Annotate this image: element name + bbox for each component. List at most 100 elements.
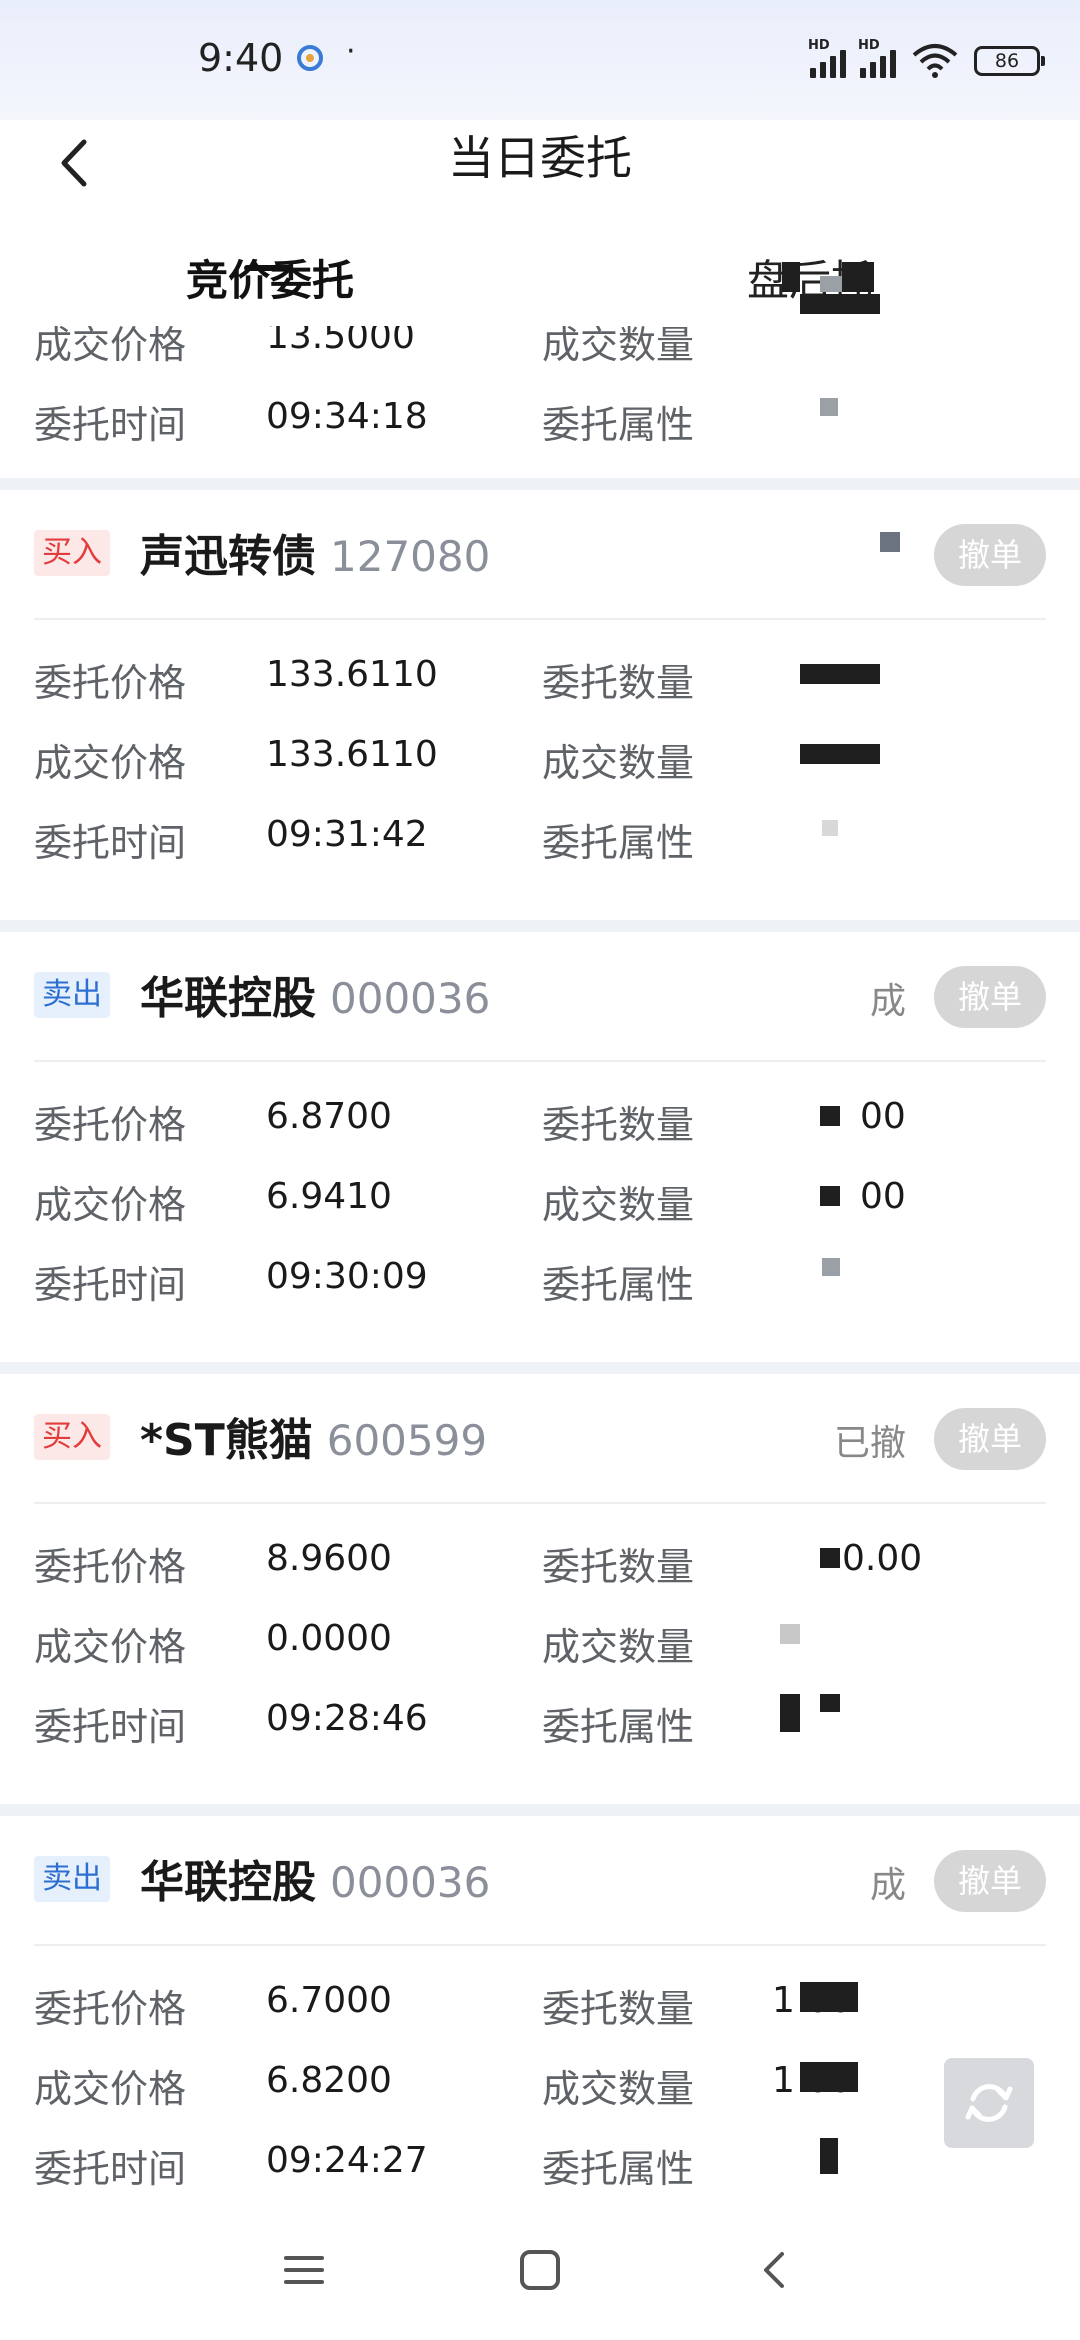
divider [34,1060,1046,1062]
order-time-label: 委托时间 [34,2147,187,2191]
order-qty-value: 00 [860,1096,906,1137]
deal-qty-value: 00 [860,1176,906,1217]
privacy-mosaic [820,2138,838,2174]
privacy-mosaic [782,262,800,292]
stock-name-text: 华联控股 [140,973,316,1024]
side-badge: 买入 [34,1414,110,1460]
order-time-label: 委托时间 [34,403,187,447]
order-list: 成交价格 13.5000 成交数量 委托时间 09:34:18 委托属性 买入 … [0,300,1080,2268]
order-card[interactable]: 卖出 华联控股000036 成 撤单 委托价格 6.7000 委托数量 1 00… [0,1816,1080,2256]
order-price-label: 委托价格 [34,661,187,705]
deal-price-value: 133.6110 [266,734,438,775]
cancel-order-button[interactable]: 撤单 [934,1408,1046,1470]
menu-icon[interactable] [280,2246,328,2294]
privacy-mosaic [820,1186,840,1206]
cancel-order-button[interactable]: 撤单 [934,1850,1046,1912]
order-card: 成交价格 13.5000 成交数量 委托时间 09:34:18 委托属性 [0,300,1080,478]
tab-bar: 竞价委托 盘后托 [0,236,1080,326]
divider [34,1502,1046,1504]
order-card-header: 买入 声迅转债 127080 撤单 [0,490,1080,620]
stock-name: *ST熊猫 600599 [140,1404,487,1468]
stock-name: 声迅转债 127080 [140,520,490,584]
order-status: 成 [869,981,906,1022]
stock-name-text: *ST熊猫 [140,1415,313,1466]
deal-price-label: 成交价格 [34,1625,187,1669]
order-attr-label: 委托属性 [542,1263,695,1307]
privacy-mosaic [842,262,874,292]
privacy-mosaic [820,1694,840,1712]
cancel-order-button[interactable]: 撤单 [934,524,1046,586]
battery-icon: 86 [974,46,1045,76]
order-time-value: 09:24:27 [266,2140,428,2181]
privacy-mosaic [780,1694,800,1732]
page-title: 当日委托 [448,131,632,185]
order-attr-label: 委托属性 [542,403,695,447]
deal-qty-label: 成交数量 [542,2067,695,2111]
divider [34,1944,1046,1946]
tab-active-indicator [244,265,292,271]
order-attr-label: 委托属性 [542,2147,695,2191]
order-attr-label: 委托属性 [542,1705,695,1749]
order-qty-label: 委托数量 [542,661,695,705]
cancel-order-button[interactable]: 撤单 [934,966,1046,1028]
privacy-mosaic [820,1548,840,1568]
deal-price-value: 6.8200 [266,2060,392,2101]
deal-price-label: 成交价格 [34,1183,187,1227]
privacy-mosaic [780,1624,800,1644]
home-icon[interactable] [516,2246,564,2294]
stock-code: 000036 [330,974,491,1023]
deal-price-value: 0.0000 [266,1618,392,1659]
refresh-button[interactable] [944,2058,1034,2148]
battery-level: 86 [994,50,1020,72]
status-dot: · [346,34,356,69]
order-price-label: 委托价格 [34,1545,187,1589]
wifi-icon [912,44,958,78]
signal-hd-1-icon: HD [808,38,846,78]
order-price-label: 委托价格 [34,1103,187,1147]
privacy-mosaic [800,664,880,684]
privacy-mosaic [880,532,900,552]
deal-qty-label: 成交数量 [542,1183,695,1227]
order-status: 已撤 [833,1423,906,1464]
privacy-mosaic [820,276,842,292]
stock-name: 华联控股 000036 [140,1846,490,1910]
privacy-mosaic [820,398,838,416]
side-badge: 卖出 [34,1856,110,1902]
order-card-header: 卖出 华联控股 000036 成 撤单 [0,932,1080,1062]
privacy-mosaic [822,820,838,836]
order-attr-label: 委托属性 [542,821,695,865]
order-card[interactable]: 买入 声迅转债 127080 撤单 委托价格 133.6110 委托数量 成交价格… [0,490,1080,920]
order-time-value: 09:31:42 [266,814,428,855]
stock-name-text: 华联控股 [140,1857,316,1908]
divider [34,618,1046,620]
system-nav-bar [0,2216,1080,2340]
order-card[interactable]: 买入 *ST熊猫 600599 已撤 撤单 委托价格 8.9600 委托数量 0.… [0,1374,1080,1804]
deal-price-value: 6.9410 [266,1176,392,1217]
app-notification-icon [297,45,323,71]
order-qty-label: 委托数量 [542,1545,695,1589]
status-bar: 9:40 · HD HD 86 [0,0,1080,120]
deal-price-label: 成交价格 [34,2067,187,2111]
back-icon[interactable] [752,2246,800,2294]
privacy-mosaic [800,744,880,764]
app-header: 当日委托 竞价委托 盘后托 [0,90,1080,326]
stock-code: 600599 [326,1416,488,1465]
side-badge: 卖出 [34,972,110,1018]
order-time-value: 09:34:18 [266,396,428,437]
order-card-header: 卖出 华联控股 000036 成 撤单 [0,1816,1080,1946]
tab-auction-orders[interactable]: 竞价委托 [0,236,540,326]
refresh-icon [965,2084,1013,2122]
privacy-mosaic [800,1982,858,2012]
order-qty-label: 委托数量 [542,1987,695,2031]
signal-hd-2-icon: HD [858,38,896,78]
privacy-mosaic [822,1258,840,1276]
deal-qty-label: 成交数量 [542,1625,695,1669]
order-status: 成 [869,1865,906,1906]
privacy-mosaic [800,294,880,314]
order-qty-value: 0.00 [842,1538,923,1579]
order-time-value: 09:30:09 [266,1256,428,1297]
order-card[interactable]: 卖出 华联控股 000036 成 撤单 委托价格 6.8700 委托数量 00 成… [0,932,1080,1362]
stock-code: 000036 [330,1858,491,1907]
stock-code: 127080 [330,532,491,581]
order-price-value: 8.9600 [266,1538,392,1579]
